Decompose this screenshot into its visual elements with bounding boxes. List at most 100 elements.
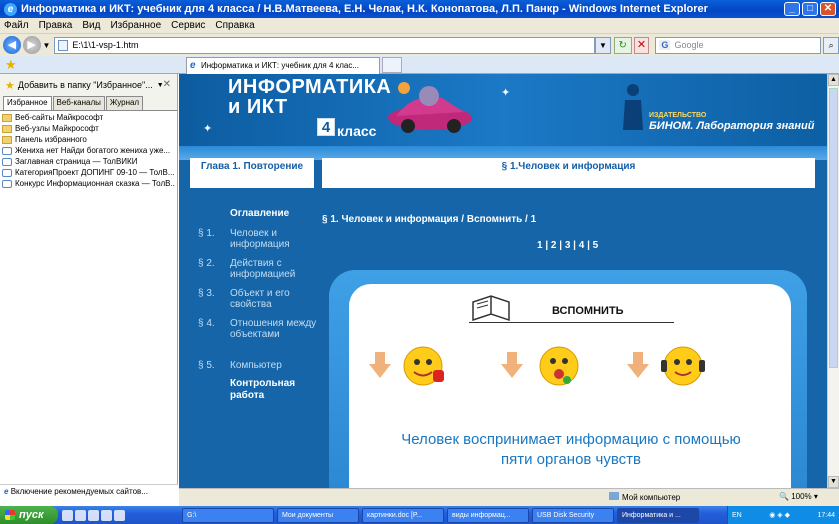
list-item[interactable]: Конкурс Информационная сказка — ТолВ... [2, 178, 175, 189]
chapter-title: Глава 1. Повторение [190, 158, 314, 188]
add-to-favorites-button[interactable]: Добавить в папку "Избранное"... [18, 80, 153, 90]
scroll-down-icon[interactable]: ▼ [828, 476, 839, 488]
menu-view[interactable]: Вид [82, 20, 100, 31]
list-item-label: Веб-узлы Майкрософт [15, 124, 99, 133]
folder-icon [2, 124, 12, 133]
publisher-name: БИНОМ. Лаборатория знаний [649, 120, 815, 132]
menu-file[interactable]: Файл [4, 20, 29, 31]
address-input[interactable]: E:\1\1-vsp-1.htm [54, 36, 596, 54]
tab-favorites[interactable]: Избранное [3, 96, 52, 110]
tray-icons: ◉ ◈ ◆ [769, 512, 790, 519]
task-buttons: G:\ Мои документы картинки.doc [Р... виды и… [182, 507, 702, 523]
maximize-button[interactable]: □ [802, 2, 818, 16]
status-bar: Мой компьютер 🔍 100% ▾ [179, 488, 839, 506]
toc-label: Отношения между объектами [230, 318, 317, 340]
forward-button[interactable]: ▶ [22, 36, 41, 54]
page-links[interactable]: 1 | 2 | 3 | 4 | 5 [537, 240, 598, 251]
smiley-phone-icon [403, 346, 444, 386]
suggested-sites-link[interactable]: e Включение рекомендуемых сайтов... [0, 484, 178, 498]
toc-final-test[interactable]: Контрольная работа [230, 378, 320, 402]
zoom-level: 100% [791, 492, 812, 501]
toc-title[interactable]: Оглавление [230, 208, 289, 219]
sidebar-close-icon[interactable]: ✕ [163, 79, 171, 90]
toc-label: Человек и информация [230, 228, 290, 250]
menu-edit[interactable]: Правка [39, 20, 73, 31]
taskbar-task-button[interactable]: картинки.doc [Р... [362, 507, 444, 523]
list-item-label: КатегорияПроект ДОПИНГ 09-10 — ТолВ... [15, 168, 175, 177]
brand-line-2: и ИКТ [228, 96, 288, 118]
taskbar-task-button[interactable]: виды информац... [447, 507, 529, 523]
start-button[interactable]: пуск [0, 506, 58, 524]
down-arrow-icon [627, 352, 649, 378]
tab-current[interactable]: Информатика и ИКТ: учебник для 4 клас... [186, 57, 380, 74]
close-button[interactable]: ✕ [820, 2, 836, 16]
start-label: пуск [19, 509, 44, 521]
refresh-button[interactable]: ↻ [613, 36, 632, 54]
grade-text: класс [337, 123, 377, 139]
language-indicator[interactable]: EN [732, 512, 742, 519]
open-book-icon [472, 295, 510, 322]
google-icon: G [659, 40, 671, 50]
tab-bar: ★ Информатика и ИКТ: учебник для 4 клас.… [0, 56, 839, 74]
taskbar-task-button[interactable]: Мои документы [277, 507, 359, 523]
zoom-control[interactable]: 🔍 100% ▾ [779, 492, 818, 501]
toc-num: § 4. [198, 318, 215, 329]
down-arrow-icon [501, 352, 523, 378]
add-favorite-star-icon: ★ [5, 79, 15, 92]
address-value: E:\1\1-vsp-1.htm [72, 40, 139, 50]
tab-feeds[interactable]: Веб-каналы [52, 96, 105, 110]
system-tray: EN ◉ ◈ ◆ 17:44 [727, 506, 839, 524]
menu-favorites[interactable]: Избранное [110, 20, 161, 31]
tab-history[interactable]: Журнал [105, 96, 144, 110]
list-item[interactable]: КатегорияПроект ДОПИНГ 09-10 — ТолВ... [2, 167, 175, 178]
favorites-list: Веб-сайты Майкрософт Веб-узлы Майкрософт… [0, 110, 177, 190]
windows-flag-icon [5, 510, 15, 520]
status-zone-label: Мой компьютер [622, 493, 681, 502]
list-item-label: Панель избранного [15, 135, 87, 144]
list-item[interactable]: Веб-сайты Майкрософт [2, 112, 175, 123]
sparkle-icon: ✦ [501, 87, 511, 99]
car-illustration-icon [388, 82, 472, 133]
breadcrumb: § 1. Человек и информация / Вспомнить / … [322, 214, 537, 225]
quick-launch [58, 506, 182, 524]
taskbar-task-button[interactable]: G:\ [182, 507, 274, 523]
search-button[interactable]: ⌕ [823, 36, 839, 54]
heading-underline [469, 322, 674, 323]
quick-launch-icon[interactable] [88, 509, 99, 521]
quick-launch-icon[interactable] [75, 509, 86, 521]
list-item[interactable]: Веб-узлы Майкрософт [2, 123, 175, 134]
toc-label: Компьютер [230, 360, 282, 371]
list-item[interactable]: Панель избранного [2, 134, 175, 145]
new-tab-button[interactable] [382, 57, 402, 73]
list-item[interactable]: Жениха нет Найди богатого жениха уже... [2, 145, 175, 156]
taskbar-task-button[interactable]: USB Disk Security [532, 507, 614, 523]
brand-line-1: ИНФОРМАТИКА [228, 76, 392, 98]
scroll-thumb[interactable] [829, 88, 838, 368]
address-dropdown-icon[interactable]: ▼ [595, 36, 611, 54]
status-zone: Мой компьютер [609, 492, 680, 502]
favorites-tabs: Избранное Веб-каналы Журнал [0, 96, 177, 110]
title-bar: e Информатика и ИКТ: учебник для 4 класс… [0, 0, 839, 18]
back-button[interactable]: ◀ [3, 36, 21, 54]
publisher-figure-icon [623, 84, 643, 130]
menu-help[interactable]: Справка [215, 20, 254, 31]
menu-tools[interactable]: Сервис [171, 20, 205, 31]
vertical-scrollbar[interactable]: ▲ ▼ [827, 74, 839, 488]
search-input[interactable]: G Google [655, 36, 822, 54]
toc-num: § 2. [198, 258, 215, 269]
history-dropdown-icon[interactable]: ▼ [43, 41, 51, 50]
publisher-label: ИЗДАТЕЛЬСТВО [649, 112, 707, 119]
favorites-star-icon[interactable]: ★ [5, 57, 17, 73]
smiley-flower-icon [539, 346, 579, 386]
list-item-label: Жениха нет Найди богатого жениха уже... [15, 146, 171, 155]
quick-launch-icon[interactable] [101, 509, 112, 521]
suggested-sites-label: Включение рекомендуемых сайтов... [10, 487, 148, 496]
stop-button[interactable]: ✕ [633, 36, 650, 54]
quick-launch-icon[interactable] [62, 509, 73, 521]
minimize-button[interactable]: _ [784, 2, 800, 16]
taskbar-task-button[interactable]: Информатика и ... [617, 507, 699, 523]
list-item[interactable]: Заглавная страница — ТолВИКИ [2, 156, 175, 167]
scroll-up-icon[interactable]: ▲ [828, 74, 839, 86]
ie-logo-icon: e [4, 2, 17, 16]
quick-launch-icon[interactable] [114, 509, 125, 521]
